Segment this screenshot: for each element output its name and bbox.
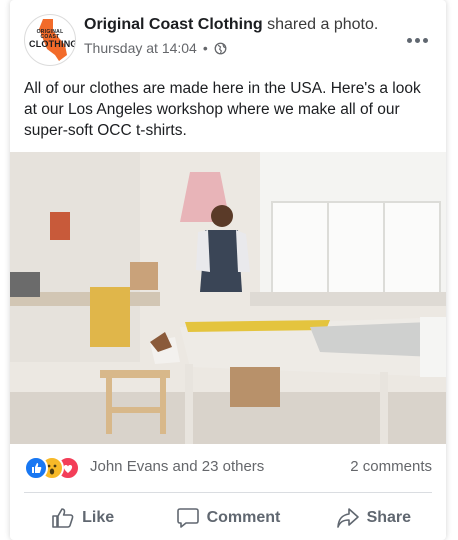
divider bbox=[24, 492, 432, 493]
page-name-link[interactable]: Original Coast Clothing bbox=[84, 16, 263, 33]
post-text: All of our clothes are made here in the … bbox=[24, 80, 421, 139]
more-options-button[interactable] bbox=[402, 28, 432, 52]
reaction-names-link[interactable]: John Evans and 23 others bbox=[90, 458, 264, 475]
globe-icon[interactable] bbox=[214, 42, 227, 55]
more-dot-icon bbox=[406, 37, 412, 43]
post-timestamp[interactable]: Thursday at 14:04 bbox=[84, 40, 197, 56]
share-arrow-icon bbox=[336, 508, 359, 528]
like-label: Like bbox=[82, 509, 115, 526]
comments-count-link[interactable]: 2 comments bbox=[350, 458, 432, 475]
like-icon bbox=[24, 456, 48, 480]
comment-label: Comment bbox=[206, 509, 281, 526]
comment-button[interactable]: Comment bbox=[155, 496, 300, 540]
meta-separator: • bbox=[202, 40, 208, 56]
post-action-text: shared a photo. bbox=[267, 16, 379, 33]
reactions-bar: John Evans and 23 others 2 comments bbox=[24, 454, 432, 480]
more-dot-icon bbox=[422, 37, 428, 43]
workshop-photo bbox=[10, 152, 446, 444]
post-photo[interactable] bbox=[10, 152, 446, 444]
reaction-icons[interactable] bbox=[24, 456, 84, 480]
thumbs-up-icon bbox=[52, 508, 74, 528]
share-button[interactable]: Share bbox=[301, 496, 446, 540]
post-header: ORIGINAL COAST CLOTHING Original Coast C… bbox=[24, 14, 432, 66]
logo-wordmark: ORIGINAL COAST CLOTHING bbox=[29, 29, 76, 49]
post-author-line: Original Coast Clothing shared a photo. bbox=[84, 16, 378, 34]
post-meta: Thursday at 14:04 • bbox=[84, 40, 227, 56]
post-actions: Like Comment Share bbox=[10, 496, 446, 540]
comment-bubble-icon bbox=[176, 508, 199, 528]
page-avatar[interactable]: ORIGINAL COAST CLOTHING bbox=[24, 14, 76, 66]
more-dot-icon bbox=[414, 37, 420, 43]
like-button[interactable]: Like bbox=[10, 496, 155, 540]
post-card: ORIGINAL COAST CLOTHING Original Coast C… bbox=[10, 0, 446, 540]
share-label: Share bbox=[366, 509, 412, 526]
